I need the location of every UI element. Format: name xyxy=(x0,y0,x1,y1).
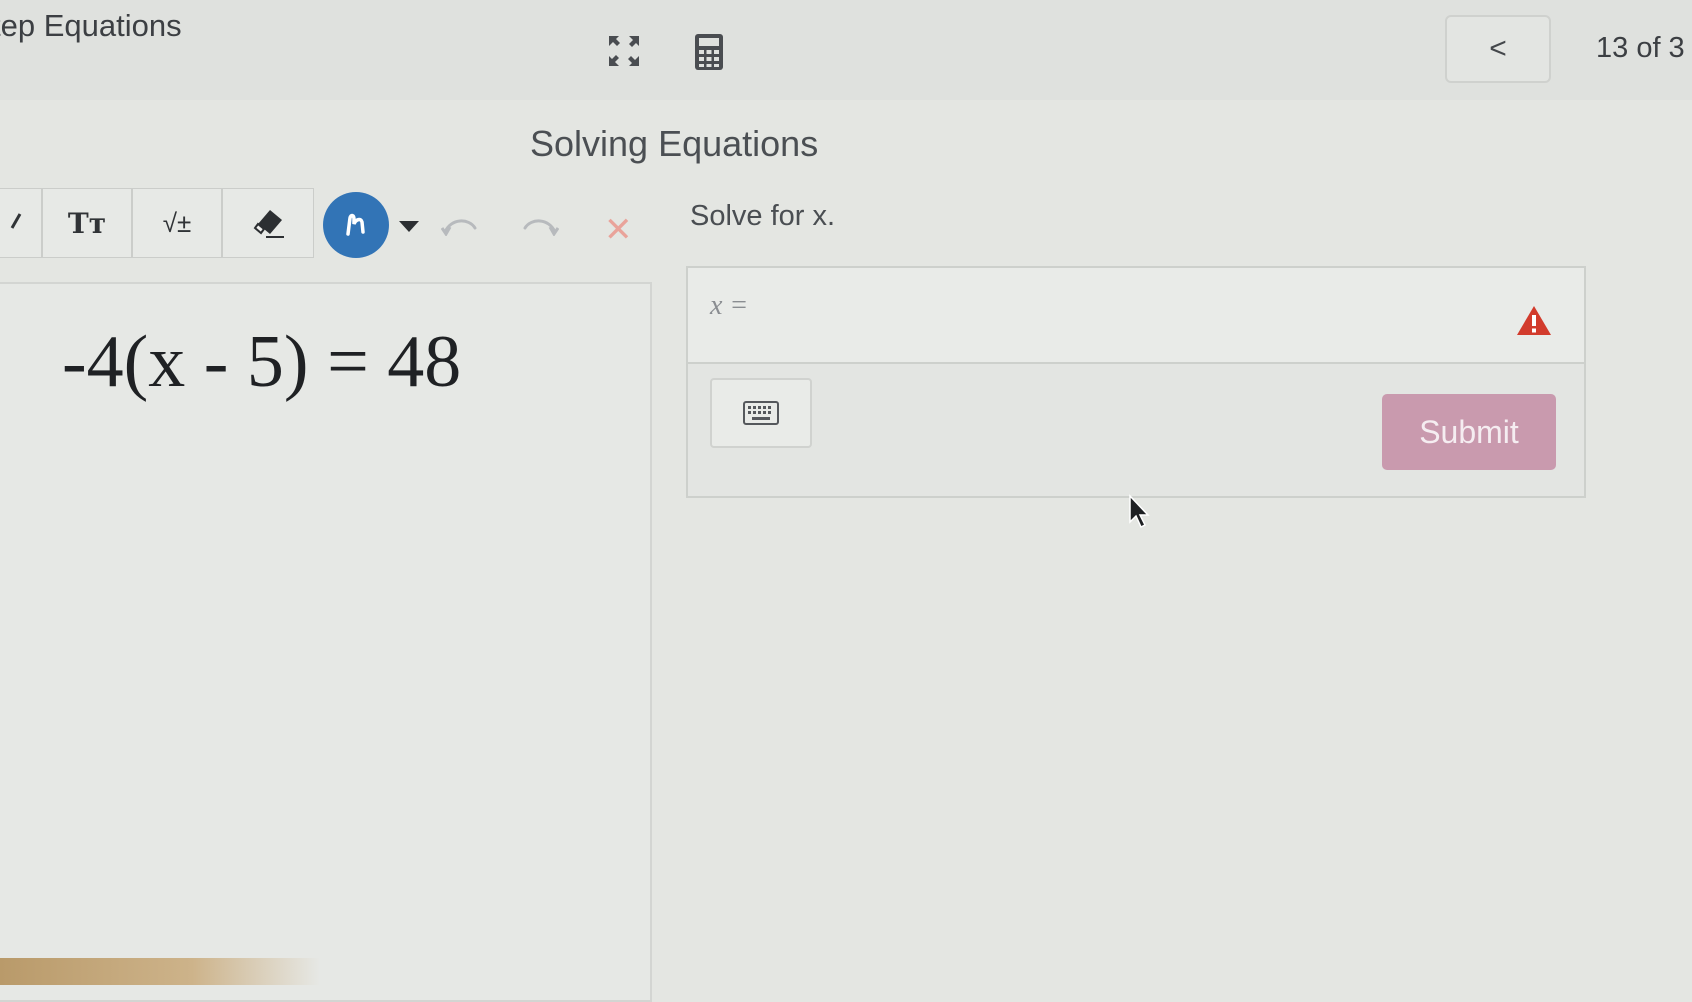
math-tool-button[interactable]: √± xyxy=(132,188,222,258)
equation-text: -4(x - 5) = 48 xyxy=(62,321,462,403)
draw-icon xyxy=(346,213,365,236)
pen-tool-button[interactable] xyxy=(0,188,42,258)
undo-icon[interactable] xyxy=(441,214,479,236)
calculator-icon[interactable] xyxy=(694,33,724,71)
warning-icon xyxy=(1517,306,1551,335)
question-counter: 13 of 3 xyxy=(1596,32,1685,64)
answer-label: x = xyxy=(710,290,749,321)
keyboard-button[interactable] xyxy=(710,378,812,448)
submit-button[interactable]: Submit xyxy=(1382,394,1556,470)
redo-icon[interactable] xyxy=(521,214,559,236)
eraser-tool-button[interactable] xyxy=(222,188,314,258)
page-heading: Solving Equations xyxy=(530,123,819,164)
math-symbols-icon: √± xyxy=(162,207,192,238)
lesson-title: tep Equations xyxy=(0,8,182,43)
top-bar: tep Equations < 13 of 3 xyxy=(0,0,1692,100)
expand-icon[interactable] xyxy=(607,34,641,68)
screen-bezel xyxy=(0,958,320,985)
chevron-left-icon: < xyxy=(1489,32,1507,65)
answer-input[interactable] xyxy=(768,286,1392,336)
text-size-icon: Tт xyxy=(67,206,107,240)
previous-button[interactable]: < xyxy=(1445,15,1551,83)
answer-row: x = xyxy=(688,268,1584,364)
question-prompt: Solve for x. xyxy=(690,200,836,232)
eraser-icon xyxy=(253,210,284,238)
answer-panel: x = Submit xyxy=(686,266,1586,498)
text-tool-button[interactable]: Tт xyxy=(42,188,132,258)
pen-icon xyxy=(10,213,22,229)
keyboard-icon xyxy=(743,401,779,425)
dropdown-icon[interactable] xyxy=(397,218,421,234)
draw-tool-button[interactable] xyxy=(323,192,389,258)
mouse-cursor xyxy=(1129,494,1150,529)
clear-icon[interactable]: ✕ xyxy=(604,213,633,247)
